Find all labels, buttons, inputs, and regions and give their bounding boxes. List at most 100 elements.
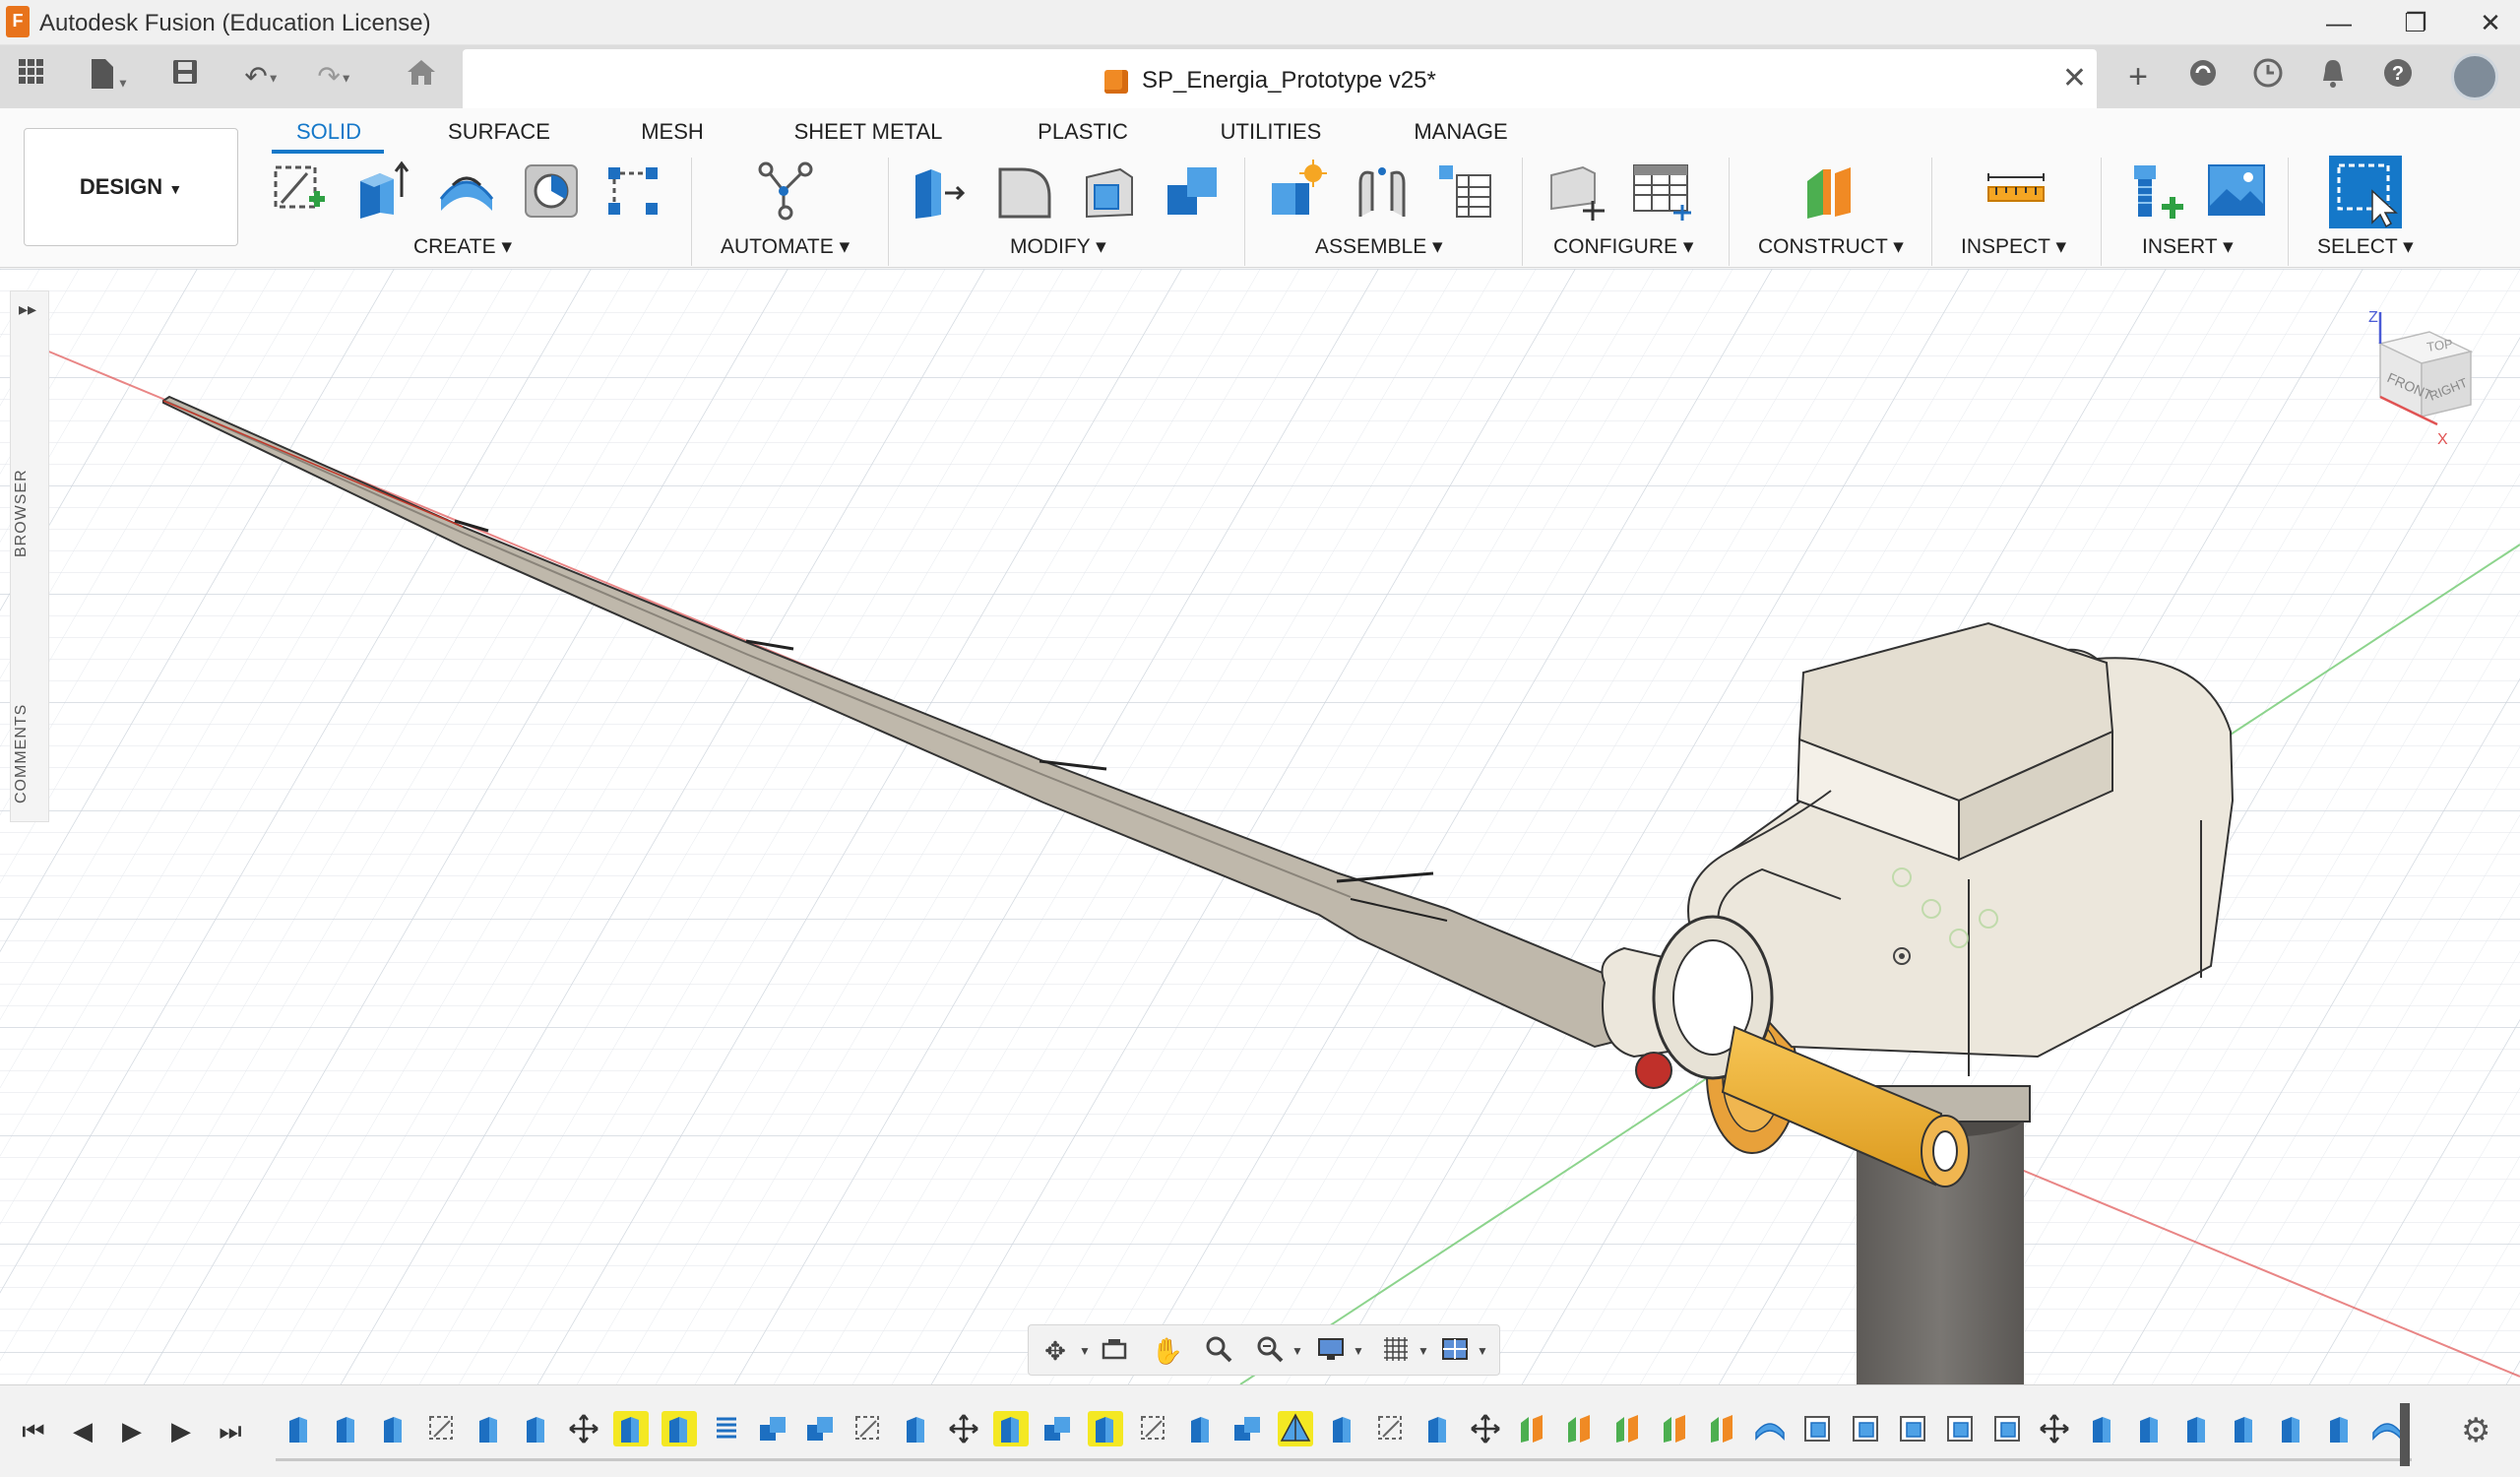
table-icon[interactable]	[1630, 160, 1693, 223]
timeline-feature-shell-icon[interactable]	[1848, 1411, 1883, 1446]
last-icon[interactable]: ⏭	[211, 1411, 250, 1450]
hole-icon[interactable]	[520, 160, 583, 223]
user-avatar[interactable]	[2451, 53, 2498, 100]
pattern-icon[interactable]	[602, 160, 665, 223]
timeline-feature-extrude-icon[interactable]	[661, 1411, 697, 1446]
automate-menu[interactable]: AUTOMATE ▾	[721, 234, 850, 259]
modify-menu[interactable]: MODIFY ▾	[1010, 234, 1106, 259]
fillet-icon[interactable]	[992, 160, 1055, 223]
timeline-feature-construct-icon[interactable]	[1562, 1411, 1598, 1446]
canvas-viewport[interactable]: ▸▸ BROWSER COMMENTS TOP FRONT RIGHT Z X …	[0, 269, 2520, 1384]
timeline-feature-revolve-icon[interactable]	[1752, 1411, 1788, 1446]
workspace-switcher[interactable]: DESIGN ▼	[24, 128, 238, 246]
timeline-feature-move-icon[interactable]	[566, 1411, 601, 1446]
timeline-feature-extrude-icon[interactable]	[2227, 1411, 2262, 1446]
previous-icon[interactable]: ◀	[63, 1411, 102, 1450]
extensions-icon[interactable]	[2183, 57, 2223, 96]
timeline-feature-extrude-icon[interactable]	[2179, 1411, 2215, 1446]
timeline-feature-extrude-icon[interactable]	[519, 1411, 554, 1446]
assemble-menu[interactable]: ASSEMBLE ▾	[1315, 234, 1443, 259]
select-icon[interactable]	[2327, 154, 2404, 230]
expand-panel-icon[interactable]: ▸▸	[19, 299, 36, 320]
zoom-dropdown-icon[interactable]: ▼	[1281, 1334, 1314, 1368]
timeline-feature-sketch-icon[interactable]	[1136, 1411, 1171, 1446]
inspect-menu[interactable]: INSPECT ▾	[1961, 234, 2066, 259]
timeline-feature-construct-icon[interactable]	[1515, 1411, 1550, 1446]
timeline-feature-extrude-icon[interactable]	[1183, 1411, 1219, 1446]
restore-icon[interactable]: ❐	[2386, 4, 2445, 41]
gear-icon[interactable]: ⚙	[2461, 1411, 2490, 1450]
shell-icon[interactable]	[1077, 160, 1140, 223]
timeline-feature-pattern-icon[interactable]	[709, 1411, 744, 1446]
timeline-feature-sketch-icon[interactable]	[1373, 1411, 1409, 1446]
timeline-feature-extrude-icon[interactable]	[2132, 1411, 2168, 1446]
timeline-feature-sketch-icon[interactable]	[850, 1411, 886, 1446]
pan-icon[interactable]: ✋	[1151, 1334, 1184, 1368]
next-icon[interactable]: ▶	[161, 1411, 201, 1450]
create-sketch-icon[interactable]	[268, 160, 331, 223]
timeline-feature-move-icon[interactable]	[2037, 1411, 2072, 1446]
undo-icon[interactable]: ↶▼	[232, 57, 291, 96]
insert-menu[interactable]: INSERT ▾	[2142, 234, 2234, 259]
help-icon[interactable]: ?	[2378, 57, 2418, 96]
close-document-icon[interactable]: ✕	[2062, 61, 2087, 96]
minimize-icon[interactable]: —	[2309, 4, 2368, 41]
plane-icon[interactable]	[1801, 160, 1864, 223]
timeline-feature-extrude-icon[interactable]	[1088, 1411, 1124, 1446]
press-pull-icon[interactable]	[908, 160, 971, 223]
configure-icon[interactable]	[1544, 160, 1606, 223]
notifications-icon[interactable]	[2313, 57, 2353, 96]
orbit-dropdown-icon[interactable]: ▼	[1068, 1334, 1102, 1368]
combine-icon[interactable]	[1162, 160, 1225, 223]
extrude-icon[interactable]	[350, 160, 413, 223]
select-menu[interactable]: SELECT ▾	[2317, 234, 2414, 259]
measure-icon[interactable]	[1984, 160, 2048, 223]
tab-sheet-metal[interactable]: SHEET METAL	[784, 114, 953, 150]
new-tab-icon[interactable]: +	[2118, 57, 2158, 96]
timeline-feature-shell-icon[interactable]	[1799, 1411, 1835, 1446]
viewports-dropdown-icon[interactable]: ▼	[1466, 1334, 1499, 1368]
timeline-feature-combine-icon[interactable]	[803, 1411, 839, 1446]
revolve-icon[interactable]	[435, 160, 498, 223]
timeline-feature-extrude-icon[interactable]	[993, 1411, 1029, 1446]
tab-solid[interactable]: SOLID	[276, 114, 382, 150]
grid-menu-icon[interactable]	[14, 57, 49, 96]
display-dropdown-icon[interactable]: ▼	[1342, 1334, 1375, 1368]
orbit-icon[interactable]: ✥	[1039, 1334, 1072, 1368]
zoom-icon[interactable]	[1202, 1334, 1235, 1368]
timeline-feature-sketch-icon[interactable]	[424, 1411, 460, 1446]
browser-panel-toggle[interactable]: BROWSER	[13, 469, 31, 557]
play-icon[interactable]: ▶	[112, 1411, 152, 1450]
timeline-track[interactable]	[276, 1458, 2412, 1461]
tab-mesh[interactable]: MESH	[620, 114, 724, 150]
look-at-icon[interactable]	[1098, 1334, 1131, 1368]
bom-icon[interactable]	[1433, 160, 1496, 223]
configure-menu[interactable]: CONFIGURE ▾	[1553, 234, 1693, 259]
save-icon[interactable]	[165, 57, 205, 96]
grid-dropdown-icon[interactable]: ▼	[1407, 1334, 1440, 1368]
timeline-feature-move-icon[interactable]	[946, 1411, 981, 1446]
document-tab[interactable]: SP_Energia_Prototype v25* ✕	[463, 49, 2097, 108]
new-component-icon[interactable]	[1266, 160, 1329, 223]
timeline-feature-construct-icon[interactable]	[1658, 1411, 1693, 1446]
first-icon[interactable]: ⏮	[14, 1411, 53, 1450]
timeline-feature-construct-icon[interactable]	[1610, 1411, 1646, 1446]
timeline-feature-extrude-icon[interactable]	[282, 1411, 317, 1446]
timeline-feature-extrude-icon[interactable]	[2274, 1411, 2309, 1446]
timeline-feature-construct-icon[interactable]	[1705, 1411, 1740, 1446]
timeline-feature-plane-icon[interactable]	[1278, 1411, 1314, 1446]
timeline-feature-extrude-icon[interactable]	[1325, 1411, 1360, 1446]
insert-image-icon[interactable]	[2205, 160, 2268, 223]
timeline-marker[interactable]	[2400, 1403, 2410, 1466]
timeline-feature-shell-icon[interactable]	[1895, 1411, 1930, 1446]
timeline-feature-extrude-icon[interactable]	[1420, 1411, 1456, 1446]
tab-surface[interactable]: SURFACE	[433, 114, 565, 150]
timeline-feature-shell-icon[interactable]	[1989, 1411, 2025, 1446]
timeline-feature-move-icon[interactable]	[1468, 1411, 1503, 1446]
automate-icon[interactable]	[754, 160, 817, 223]
tab-plastic[interactable]: PLASTIC	[1024, 114, 1142, 150]
job-status-icon[interactable]	[2248, 57, 2288, 96]
model-canvas[interactable]	[0, 269, 2520, 1384]
timeline-feature-extrude-icon[interactable]	[613, 1411, 650, 1446]
view-cube[interactable]: TOP FRONT RIGHT Z X	[2343, 308, 2481, 456]
